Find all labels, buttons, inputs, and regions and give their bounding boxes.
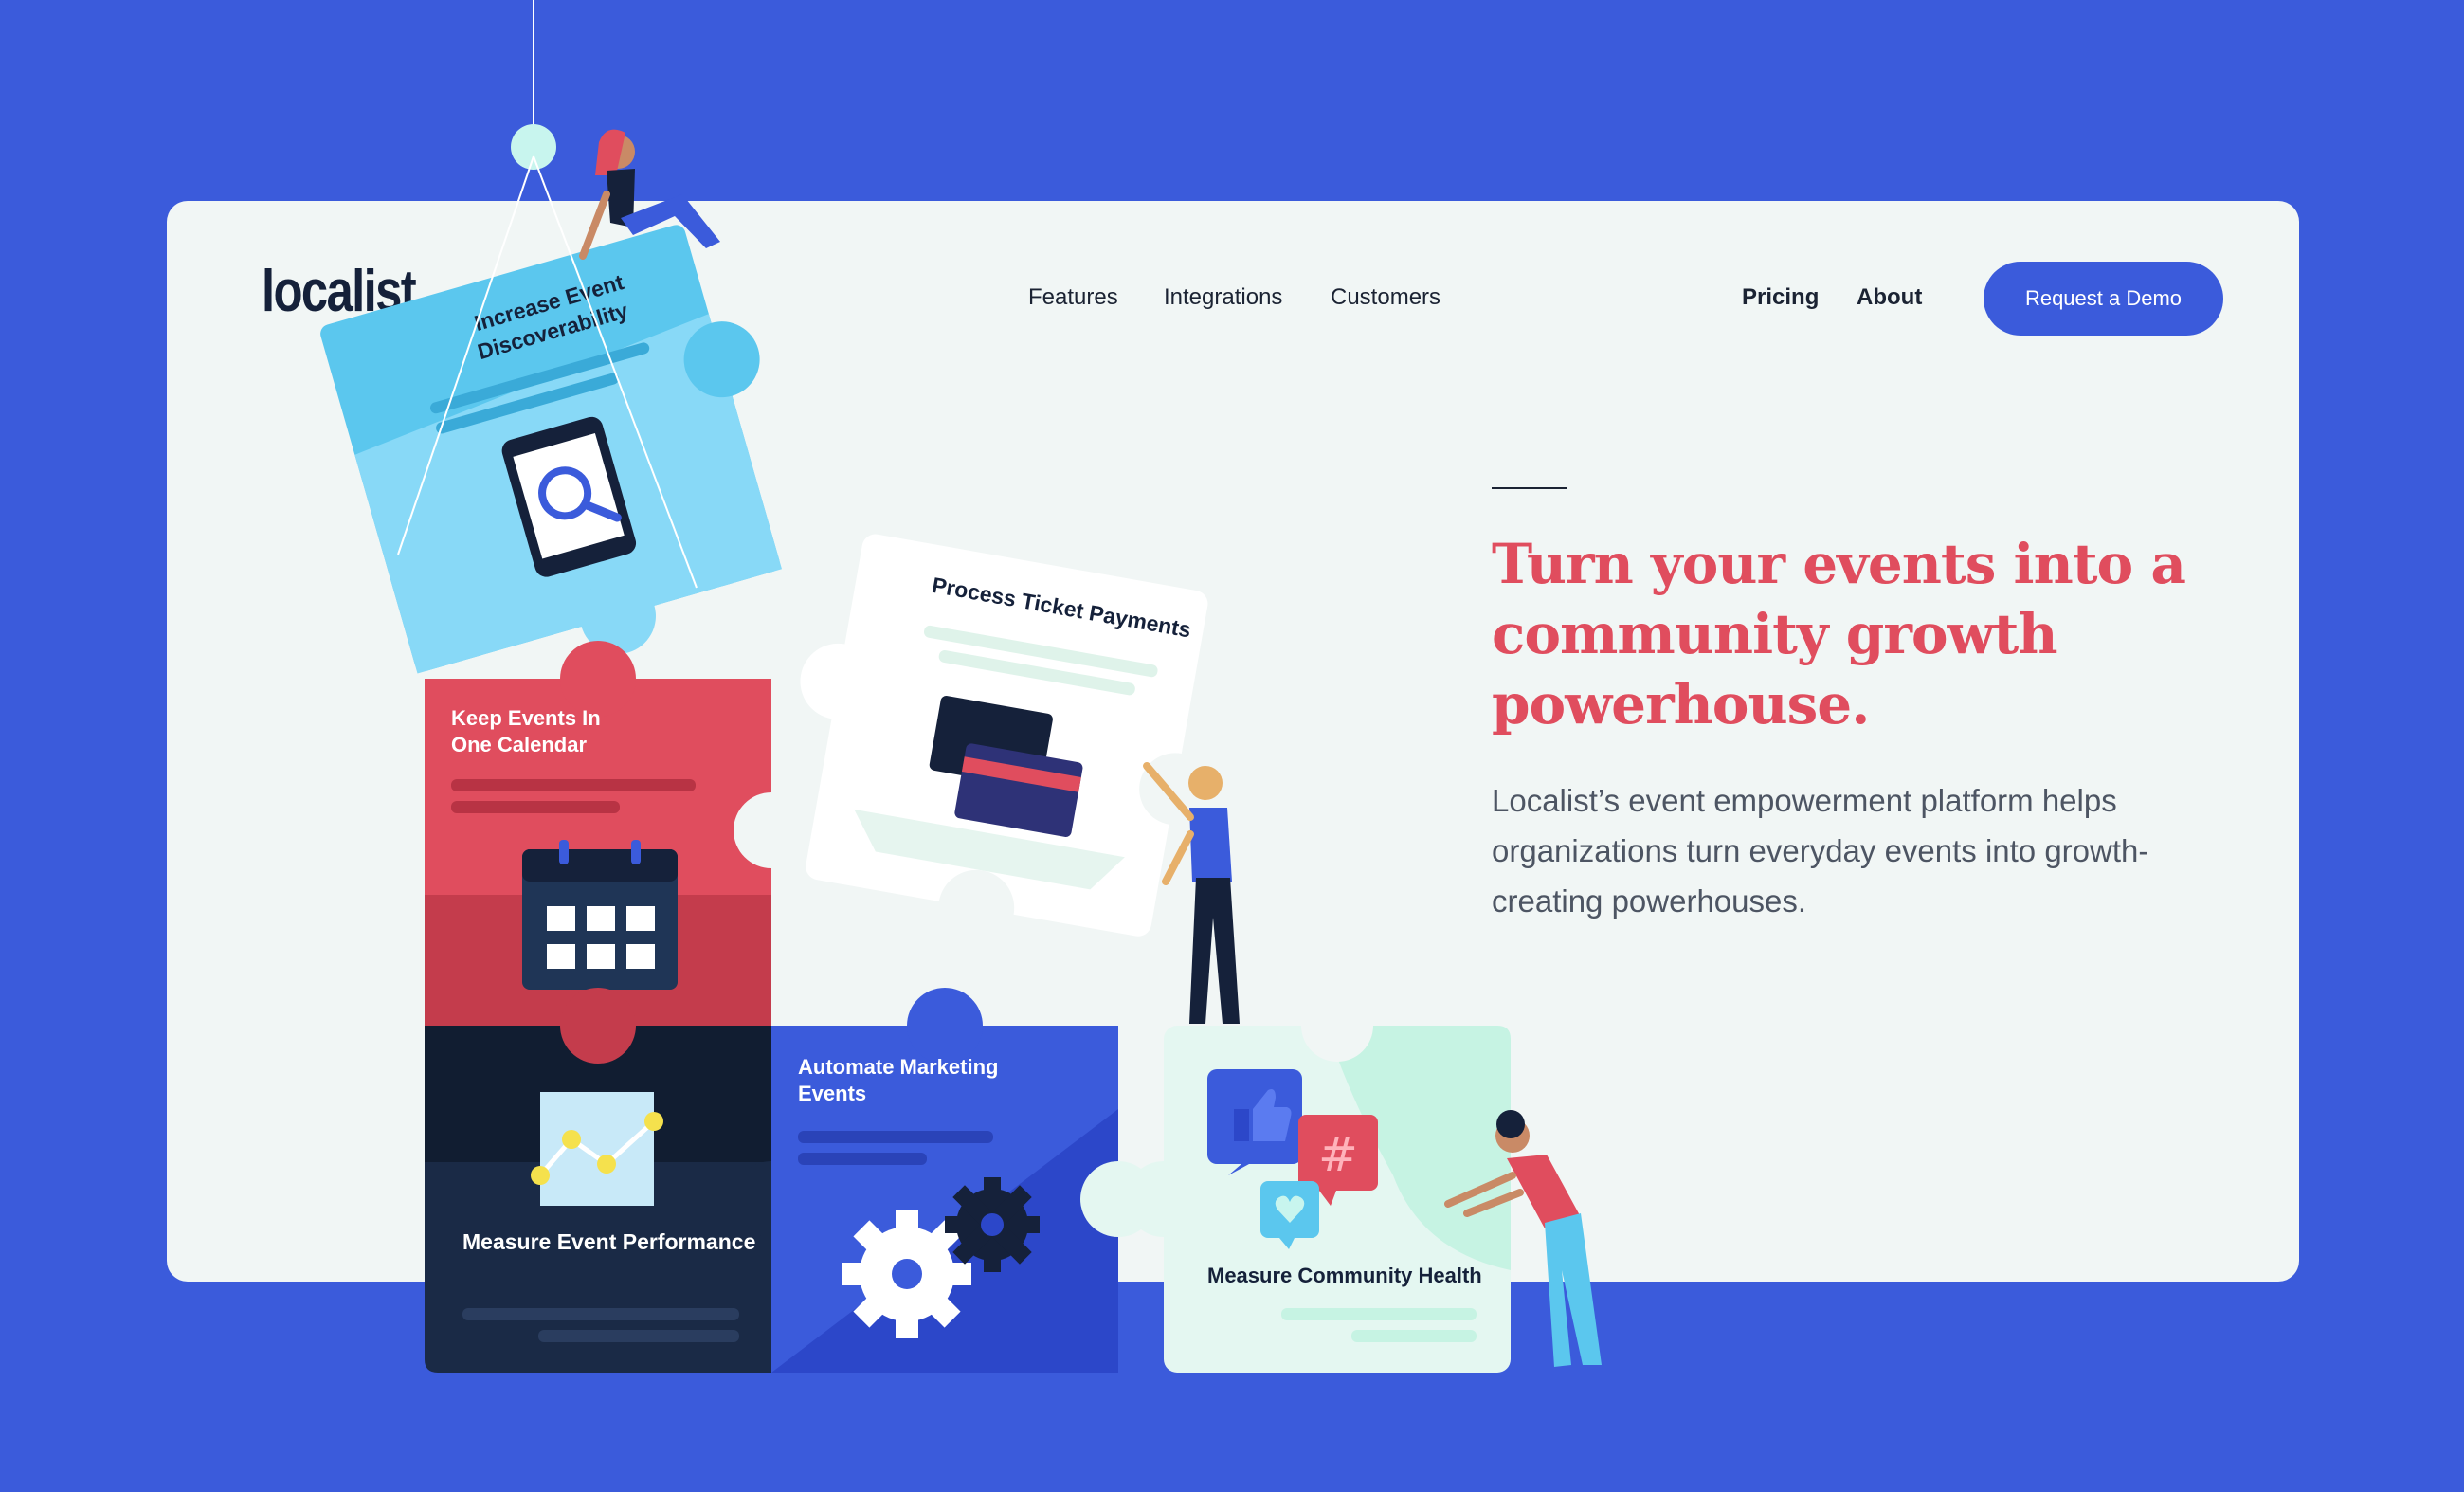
chart-icon xyxy=(531,1092,663,1206)
piece-calendar-label-1: Keep Events In xyxy=(451,706,601,730)
small-gear-icon xyxy=(945,1177,1040,1272)
puzzle-piece-performance: Measure Event Performance xyxy=(425,988,809,1373)
calendar-icon xyxy=(522,840,678,990)
piece-marketing-label-2: Events xyxy=(798,1082,866,1105)
puzzle-piece-community: # Measure Community Health xyxy=(1126,990,1511,1373)
piece-marketing-label-1: Automate Marketing xyxy=(798,1055,998,1079)
piece-calendar-label-2: One Calendar xyxy=(451,733,587,756)
crane-hook-icon xyxy=(511,124,556,170)
thumbs-up-icon xyxy=(1207,1069,1302,1175)
piece-performance-label: Measure Event Performance xyxy=(462,1229,755,1254)
piece-community-label: Measure Community Health xyxy=(1207,1264,1482,1287)
puzzle-piece-discoverability: Increase Event Discoverability xyxy=(320,225,783,674)
hashtag-glyph: # xyxy=(1318,1127,1358,1182)
puzzle-piece-ticket: Process Ticket Payments xyxy=(800,534,1212,946)
puzzle-illustration: Increase Event Discoverability Keep Even… xyxy=(320,0,1602,1373)
puzzle-piece-calendar: Keep Events In One Calendar xyxy=(425,641,809,1026)
puzzle-piece-marketing: Automate Marketing Events xyxy=(771,988,1156,1373)
